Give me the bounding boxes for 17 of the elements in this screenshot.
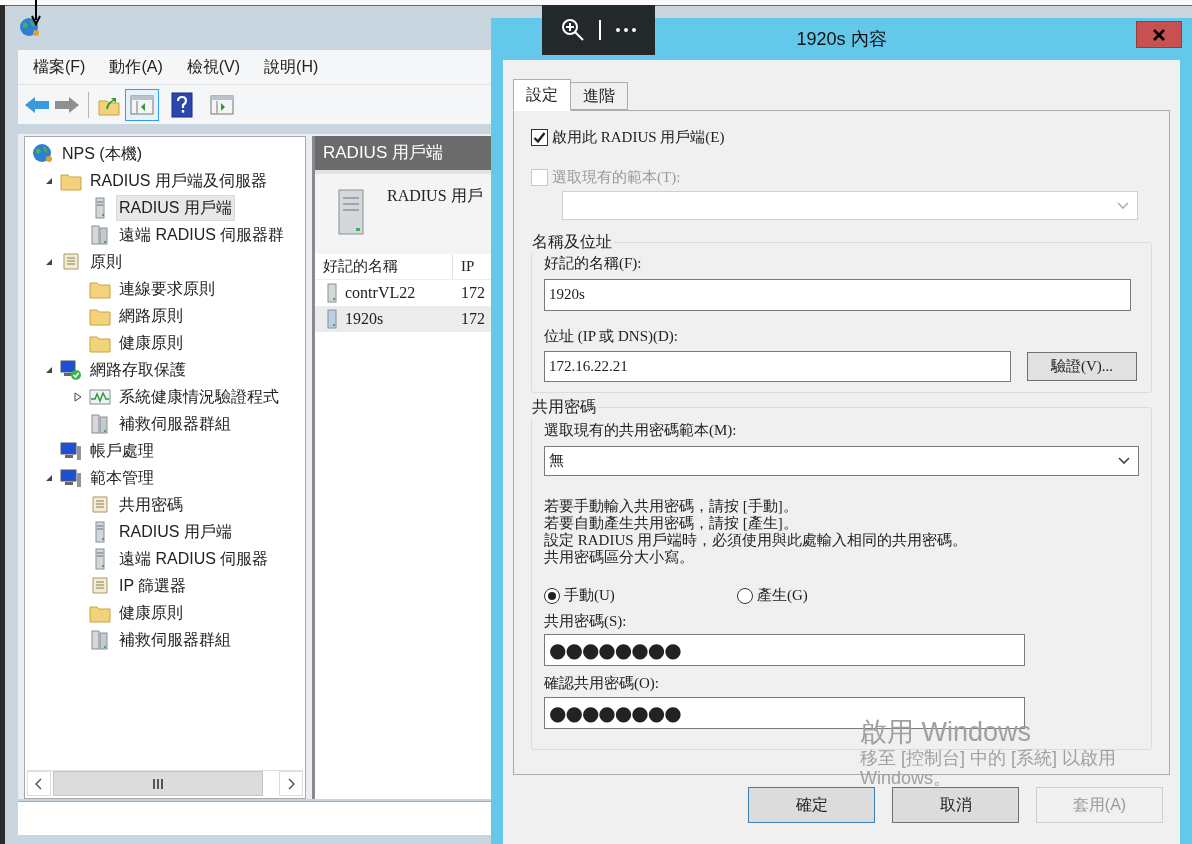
radio-label: 產生(G) [757,586,808,606]
table-cell-text: 172 [460,309,485,329]
pane-description: RADIUS 用戶 [387,186,483,206]
table-cell-text: contrVL22 [345,283,416,303]
field-label: 選取現有的共用密碼範本(M): [544,421,738,440]
field-label: 確認共用密碼(O): [544,674,660,693]
table-cell-text: 172 [460,283,485,303]
checkbox-label: 選取現有的範本(T): [552,167,681,187]
help-text: 若要手動輸入共用密碼，請按 [手動]。 若要自動產生共用密碼，請按 [產生]。 設定 RADIUS 用戶端時，必須使用與此處輸入相同的共用密碼。 共用密碼區分大小寫。 [544,497,969,566]
group-title: 名稱及位址 [531,232,613,252]
table-cell-text: 1920s [345,309,384,329]
group-title: 共用密碼 [531,397,597,417]
field-label: 位址 (IP 或 DNS)(D): [544,326,680,346]
window-title: 1920s 內容 [796,27,887,51]
field-label: 共用密碼(S): [544,611,628,631]
field-label: 好記的名稱(F): [544,254,643,273]
radio-label: 手動(U) [564,586,615,606]
